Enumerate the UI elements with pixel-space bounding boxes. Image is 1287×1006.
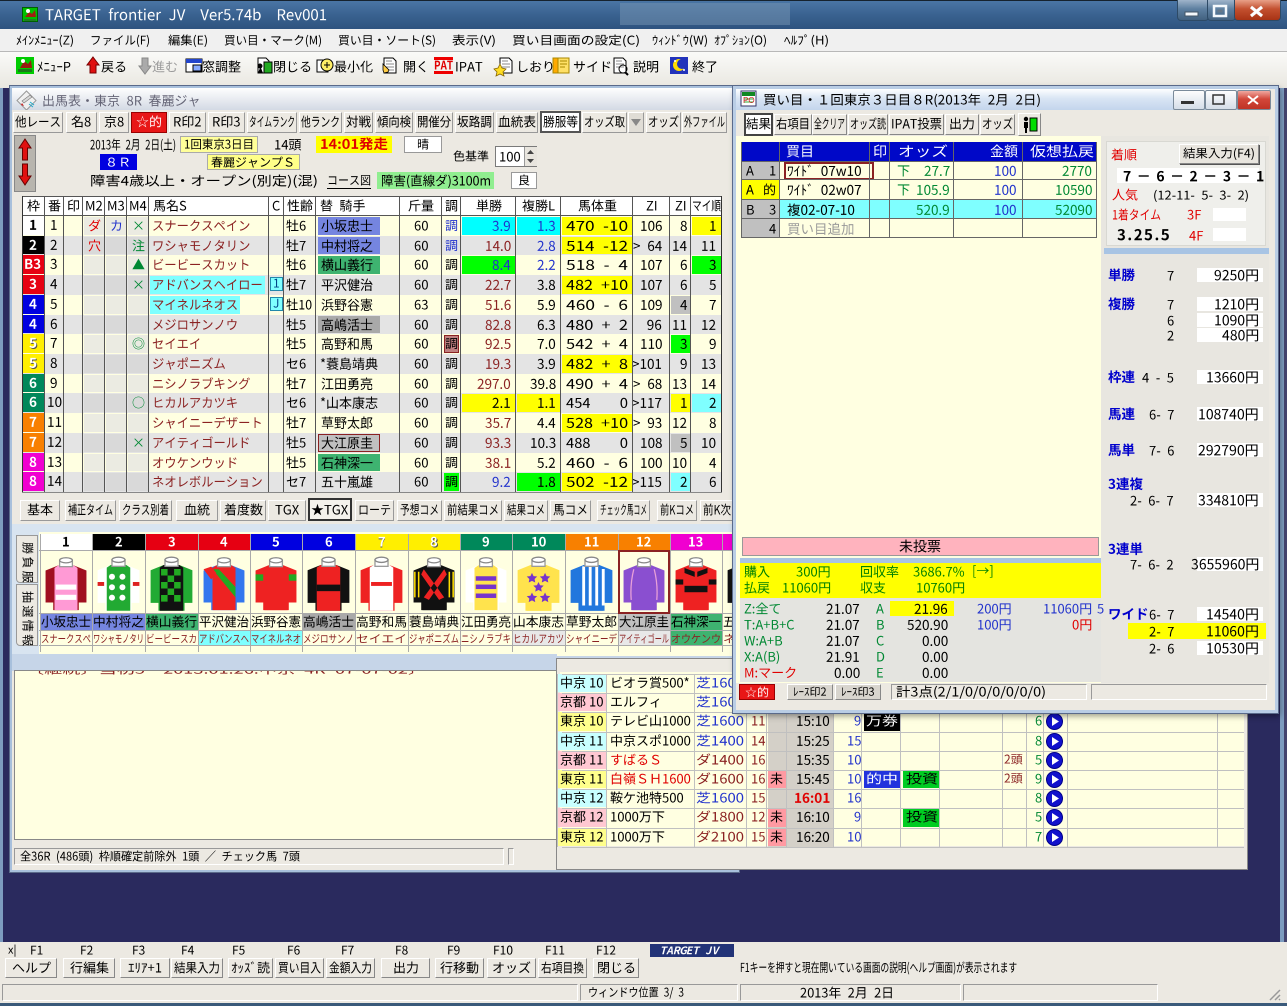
svg-text:PO: PO — [743, 96, 755, 105]
